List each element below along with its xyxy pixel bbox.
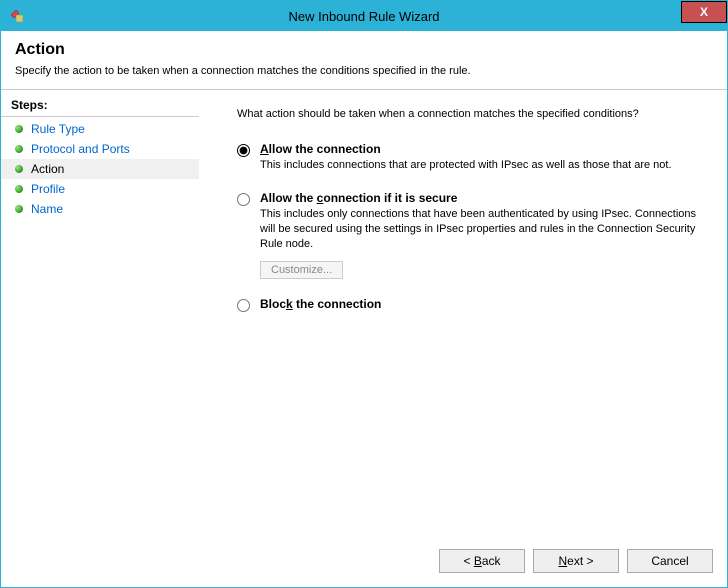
footer-buttons: < Back Next > Cancel	[1, 539, 727, 587]
step-label: Action	[31, 162, 64, 176]
step-action[interactable]: Action	[1, 159, 199, 179]
radio-allow-secure[interactable]	[237, 193, 250, 206]
body-area: Steps: Rule Type Protocol and Ports Acti…	[1, 90, 727, 539]
option-allow-secure-desc: This includes only connections that have…	[260, 207, 705, 252]
back-button[interactable]: < Back	[439, 549, 525, 573]
option-allow-row[interactable]: Allow the connection This includes conne…	[237, 142, 705, 173]
step-label: Protocol and Ports	[31, 142, 130, 156]
option-allow: Allow the connection This includes conne…	[237, 142, 705, 173]
prompt-text: What action should be taken when a conne…	[237, 108, 705, 120]
next-button[interactable]: Next >	[533, 549, 619, 573]
option-allow-secure-title: Allow the connection if it is secure	[260, 191, 705, 205]
option-allow-title: Allow the connection	[260, 142, 705, 156]
titlebar: New Inbound Rule Wizard X	[1, 1, 727, 31]
step-label: Rule Type	[31, 122, 85, 136]
radio-block[interactable]	[237, 299, 250, 312]
wizard-window: New Inbound Rule Wizard X Action Specify…	[0, 0, 728, 588]
page-title: Action	[15, 41, 713, 59]
app-icon	[9, 8, 25, 24]
option-block-row[interactable]: Block the connection	[237, 297, 705, 312]
window-title: New Inbound Rule Wizard	[1, 9, 727, 24]
step-bullet-icon	[15, 205, 23, 213]
option-block: Block the connection	[237, 297, 705, 312]
cancel-button[interactable]: Cancel	[627, 549, 713, 573]
option-block-title: Block the connection	[260, 297, 705, 311]
option-allow-secure-row[interactable]: Allow the connection if it is secure Thi…	[237, 191, 705, 280]
close-button[interactable]: X	[681, 1, 727, 23]
step-bullet-icon	[15, 125, 23, 133]
page-description: Specify the action to be taken when a co…	[15, 65, 713, 77]
step-label: Profile	[31, 182, 65, 196]
step-bullet-icon	[15, 165, 23, 173]
steps-heading: Steps:	[1, 96, 199, 117]
step-label: Name	[31, 202, 63, 216]
step-name[interactable]: Name	[1, 199, 199, 219]
option-allow-desc: This includes connections that are prote…	[260, 158, 705, 173]
step-profile[interactable]: Profile	[1, 179, 199, 199]
header-section: Action Specify the action to be taken wh…	[1, 31, 727, 89]
radio-allow[interactable]	[237, 144, 250, 157]
step-rule-type[interactable]: Rule Type	[1, 119, 199, 139]
main-pane: What action should be taken when a conne…	[199, 90, 727, 539]
step-bullet-icon	[15, 185, 23, 193]
close-icon: X	[700, 5, 708, 19]
steps-sidebar: Steps: Rule Type Protocol and Ports Acti…	[1, 90, 199, 539]
step-protocol-ports[interactable]: Protocol and Ports	[1, 139, 199, 159]
option-allow-secure: Allow the connection if it is secure Thi…	[237, 191, 705, 280]
customize-button: Customize...	[260, 261, 343, 279]
step-bullet-icon	[15, 145, 23, 153]
